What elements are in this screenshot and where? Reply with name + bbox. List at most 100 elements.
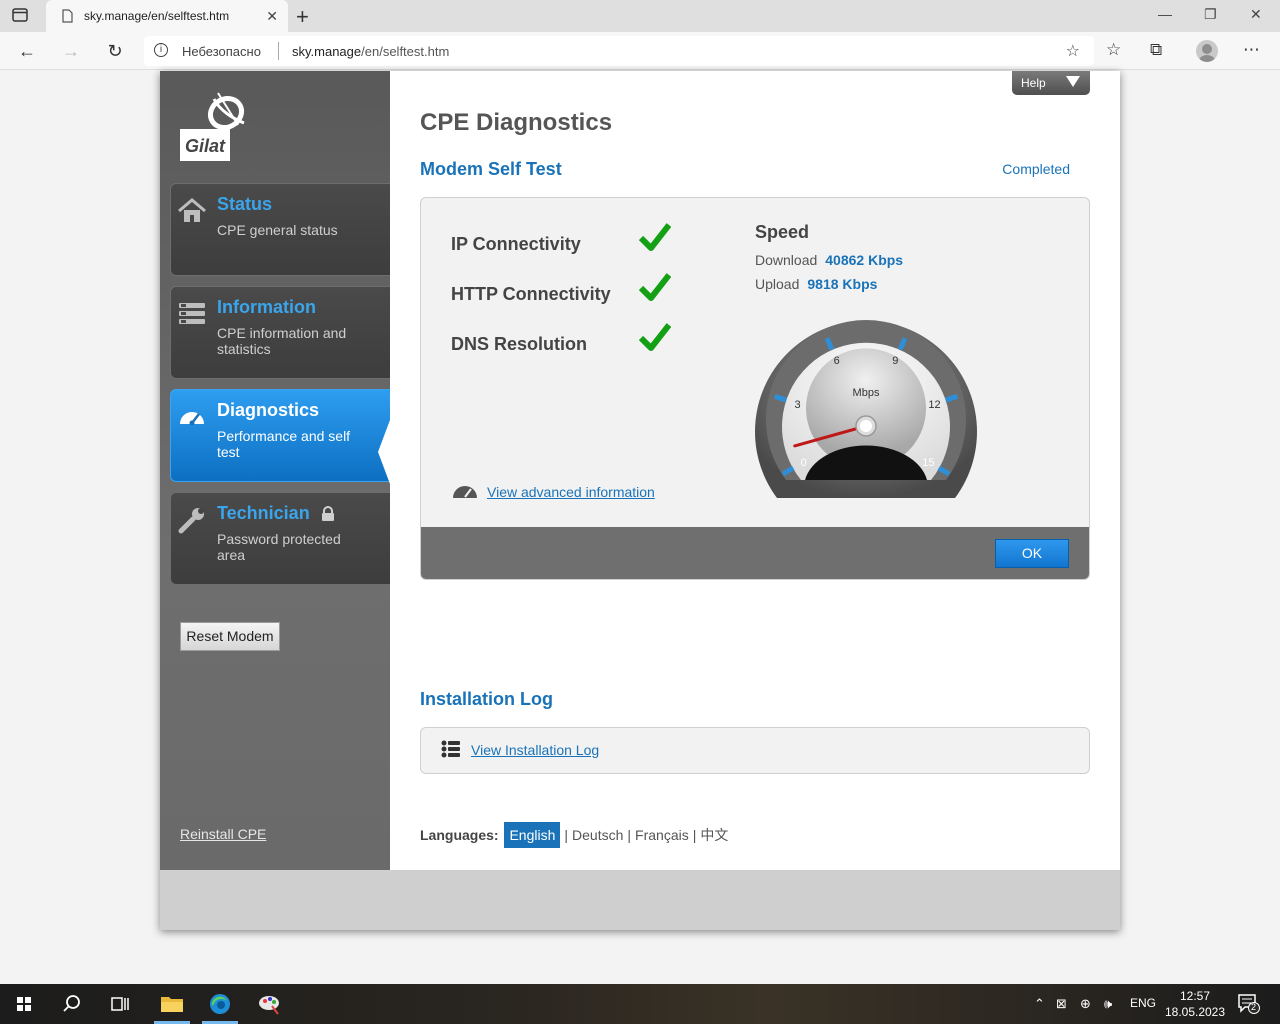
reset-modem-button[interactable]: Reset Modem	[180, 622, 280, 651]
file-explorer-icon[interactable]	[148, 984, 196, 1024]
ok-button[interactable]: OK	[995, 539, 1069, 568]
url-text[interactable]: sky.manage/en/selftest.htm	[292, 44, 449, 59]
sidebar-item-subtitle: Performance and self test	[217, 428, 351, 460]
refresh-icon[interactable]: ↻	[102, 38, 128, 64]
view-advanced-info-link[interactable]: View advanced information	[487, 484, 655, 500]
browser-toolbar: ← → ↻ i Небезопасно sky.manage/en/selfte…	[0, 32, 1280, 70]
sidebar-item-technician[interactable]: Technician Password protected area	[170, 492, 390, 585]
page-title: CPE Diagnostics	[420, 109, 613, 136]
restore-icon[interactable]: ❐	[1204, 6, 1217, 23]
more-menu-icon[interactable]: ⋯	[1243, 40, 1260, 60]
gauge-tick-label: 6	[834, 355, 840, 367]
check-icon	[638, 272, 672, 302]
language-option[interactable]: Français	[635, 827, 689, 843]
collections-icon[interactable]: ⧉	[1150, 40, 1162, 60]
gauge-tick	[773, 393, 787, 403]
page-icon	[60, 9, 74, 28]
upload-row: Upload 9818 Kbps	[755, 276, 877, 292]
browser-tab[interactable]: sky.manage/en/selftest.htm ✕	[46, 0, 288, 32]
tab-title: sky.manage/en/selftest.htm	[84, 9, 230, 23]
minimize-icon[interactable]: —	[1158, 6, 1172, 22]
show-hidden-icons[interactable]: ⌃	[1034, 996, 1045, 1012]
languages-label: Languages:	[420, 827, 499, 843]
sidebar: Gilat Status CPE general status Informat…	[160, 71, 390, 870]
notifications-icon[interactable]: 2	[1238, 994, 1260, 1019]
favorites-icon[interactable]: ☆	[1106, 40, 1121, 60]
test-label-dns: DNS Resolution	[451, 334, 588, 354]
windows-taskbar: ⌃ ⊠ ⊕ 🕪 ENG 12:57 18.05.2023 2	[0, 984, 1280, 1024]
globe-icon[interactable]: ⊕	[1080, 996, 1091, 1012]
sidebar-item-status[interactable]: Status CPE general status	[170, 183, 390, 276]
language-separator: |	[564, 827, 569, 843]
info-icon[interactable]: i	[154, 43, 168, 57]
wrench-icon	[177, 505, 207, 535]
download-row: Download 40862 Kbps	[755, 252, 903, 268]
add-favorite-icon[interactable]: ☆	[1066, 41, 1080, 61]
address-separator	[278, 42, 279, 60]
sidebar-item-subtitle: CPE general status	[217, 222, 338, 238]
new-tab-icon[interactable]: +	[296, 4, 309, 30]
help-label: Help	[1021, 76, 1046, 90]
url-host: sky.manage	[292, 44, 362, 59]
check-icon	[638, 322, 672, 352]
language-option[interactable]: 中文	[700, 827, 728, 843]
reinstall-cpe-link[interactable]: Reinstall CPE	[180, 826, 266, 842]
search-icon[interactable]	[48, 984, 96, 1024]
language-separator: |	[692, 827, 697, 843]
edge-browser-icon[interactable]	[196, 984, 244, 1024]
sidebar-item-title: Diagnostics	[217, 400, 320, 420]
list-icon	[441, 740, 461, 758]
clock[interactable]: 12:57 18.05.2023	[1160, 988, 1230, 1020]
url-path: /en/selftest.htm	[361, 44, 450, 59]
upload-value: 9818 Kbps	[807, 276, 878, 292]
gauge-tick-label: 9	[892, 355, 898, 367]
gauge-tick-label: 0	[801, 457, 807, 469]
gilat-logo: Gilat	[180, 89, 252, 163]
forward-icon[interactable]: →	[58, 38, 84, 64]
back-icon[interactable]: ←	[14, 38, 40, 64]
speedometer-icon	[451, 482, 479, 500]
browser-tab-bar: sky.manage/en/selftest.htm ✕ + — ❐ ✕	[0, 0, 1280, 32]
test-label-http: HTTP Connectivity	[451, 284, 611, 304]
notification-count: 2	[1251, 1002, 1257, 1012]
install-log-panel: View Installation Log	[420, 727, 1090, 774]
speed-title: Speed	[755, 222, 810, 242]
check-icon	[638, 222, 672, 252]
close-tab-icon[interactable]: ✕	[266, 8, 278, 25]
volume-icon[interactable]: 🕪	[1104, 996, 1112, 1012]
active-indicator	[378, 420, 390, 484]
speed-gauge: 0 3 6 9 12 15 Mbps	[755, 320, 977, 498]
gilat-app: Gilat Status CPE general status Informat…	[160, 71, 1120, 930]
address-bar[interactable]: i Небезопасно sky.manage/en/selftest.htm…	[144, 36, 1094, 66]
close-window-icon[interactable]: ✕	[1250, 6, 1262, 23]
language-option[interactable]: Deutsch	[572, 827, 623, 843]
start-icon[interactable]	[0, 984, 48, 1024]
download-value: 40862 Kbps	[825, 252, 904, 268]
selftest-panel: IP Connectivity HTTP Connectivity DNS Re…	[420, 197, 1090, 580]
help-button[interactable]: Help	[1012, 71, 1090, 95]
download-label: Download	[755, 252, 818, 268]
upload-label: Upload	[755, 276, 800, 292]
dropdown-arrow-icon	[1066, 76, 1080, 87]
selftest-status: Completed	[1002, 161, 1070, 177]
tab-actions-icon[interactable]	[10, 6, 38, 26]
sidebar-item-information[interactable]: Information CPE information and statisti…	[170, 286, 390, 379]
gauge-hub-center	[860, 420, 872, 432]
gauge-tick	[945, 393, 959, 403]
speedometer-icon	[177, 402, 207, 432]
paint-icon[interactable]	[246, 984, 294, 1024]
sidebar-item-title: Status	[217, 194, 273, 214]
sidebar-item-subtitle: CPE information and statistics	[217, 325, 347, 357]
profile-avatar[interactable]	[1196, 40, 1218, 62]
input-language[interactable]: ENG	[1130, 996, 1156, 1010]
view-installation-log-link[interactable]: View Installation Log	[471, 742, 599, 758]
list-icon	[177, 299, 207, 329]
home-icon	[177, 196, 207, 226]
task-view-icon[interactable]	[96, 984, 144, 1024]
clock-date: 18.05.2023	[1164, 1005, 1226, 1019]
sidebar-item-title: Technician	[217, 503, 310, 523]
network-icon[interactable]: ⊠	[1056, 996, 1067, 1012]
insecure-label[interactable]: Небезопасно	[182, 44, 261, 59]
sidebar-item-diagnostics[interactable]: Diagnostics Performance and self test	[170, 389, 390, 484]
language-current[interactable]: English	[504, 822, 561, 848]
